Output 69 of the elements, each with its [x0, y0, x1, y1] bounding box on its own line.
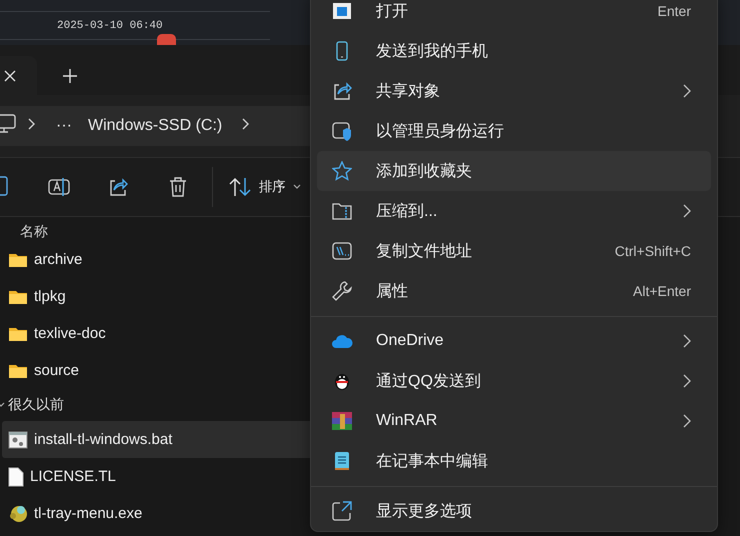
delete-button[interactable] — [168, 176, 188, 198]
file-row[interactable]: LICENSE.TL — [2, 458, 310, 495]
menu-item[interactable]: 以管理员身份运行 — [317, 111, 711, 151]
path-icon — [332, 242, 352, 260]
share-icon — [332, 81, 352, 101]
sort-button[interactable]: 排序 — [225, 177, 305, 197]
cloud-icon — [331, 333, 353, 349]
menu-item[interactable]: WinRAR — [317, 401, 711, 441]
rename-icon — [48, 177, 70, 197]
shield-window-icon — [332, 121, 352, 141]
menu-item[interactable]: 显示更多选项 — [317, 491, 711, 531]
sort-icon — [229, 177, 251, 197]
explorer-tab[interactable] — [0, 56, 37, 95]
wrench-icon — [332, 281, 352, 301]
menu-item[interactable]: OneDrive — [317, 321, 711, 361]
share-button[interactable] — [108, 176, 128, 198]
breadcrumb[interactable]: Windows-SSD (C:) — [80, 117, 230, 135]
menu-item[interactable]: 添加到收藏夹 — [317, 151, 711, 191]
file-row[interactable]: source — [2, 352, 310, 389]
file-row[interactable]: archive — [2, 241, 310, 278]
file-name: texlive-doc — [34, 325, 106, 342]
menu-item[interactable]: 压缩到... — [317, 191, 711, 231]
share-icon — [108, 177, 128, 197]
menu-item[interactable]: 打开 Enter — [317, 0, 711, 31]
menu-item[interactable]: 在记事本中编辑 — [317, 441, 711, 481]
group-header[interactable]: 很久以前 — [8, 396, 64, 414]
external-link-icon — [332, 501, 352, 521]
menu-item[interactable]: 属性 Alt+Enter — [317, 271, 711, 311]
close-icon — [4, 70, 16, 82]
column-header[interactable]: 名称 — [0, 217, 48, 241]
chevron-right-icon — [242, 118, 250, 130]
file-row[interactable]: texlive-doc — [2, 315, 310, 352]
file-name: archive — [34, 251, 82, 268]
menu-item[interactable]: 发送到我的手机 — [317, 31, 711, 71]
address-bar[interactable]: ··· Windows-SSD (C:) — [0, 106, 310, 146]
chevron-right-icon — [28, 118, 36, 130]
file-row[interactable]: install-tl-windows.bat — [2, 421, 310, 458]
overflow-crumb-button[interactable]: ··· — [48, 117, 80, 135]
folder-icon — [8, 326, 28, 342]
menu-item[interactable]: 复制文件地址 Ctrl+Shift+C — [317, 231, 711, 271]
penguin-icon — [333, 371, 351, 391]
phone-icon — [336, 41, 348, 61]
file-name: LICENSE.TL — [30, 468, 116, 485]
file-name: tl-tray-menu.exe — [34, 505, 142, 522]
document-icon — [8, 466, 24, 486]
folder-icon — [8, 362, 28, 378]
file-row[interactable]: tl-tray-menu.exe — [2, 495, 310, 532]
gear-file-icon — [8, 430, 28, 448]
shortcut-hint: Enter — [658, 3, 691, 19]
file-name: source — [34, 362, 80, 379]
menu-item[interactable]: 共享对象 — [317, 71, 711, 111]
file-name: tlpkg — [34, 288, 66, 305]
file-name: install-tl-windows.bat — [34, 431, 172, 448]
notepad-icon — [334, 451, 350, 471]
file-row[interactable]: tlpkg — [2, 278, 310, 315]
plus-icon — [63, 68, 77, 82]
trash-icon — [169, 177, 187, 197]
timestamp: 2025-03-10 06:40 — [56, 19, 163, 34]
stacked-books-icon — [332, 412, 352, 430]
shortcut-hint: Ctrl+Shift+C — [614, 243, 691, 259]
rename-button[interactable] — [48, 176, 70, 198]
window-icon — [332, 2, 352, 20]
menu-item[interactable]: 通过QQ发送到 — [317, 361, 711, 401]
folder-icon — [8, 252, 28, 268]
folder-icon — [8, 288, 28, 304]
star-icon — [332, 161, 352, 181]
zip-folder-icon — [332, 202, 352, 220]
shortcut-hint: Alt+Enter — [633, 283, 691, 299]
caret-icon — [293, 184, 301, 190]
